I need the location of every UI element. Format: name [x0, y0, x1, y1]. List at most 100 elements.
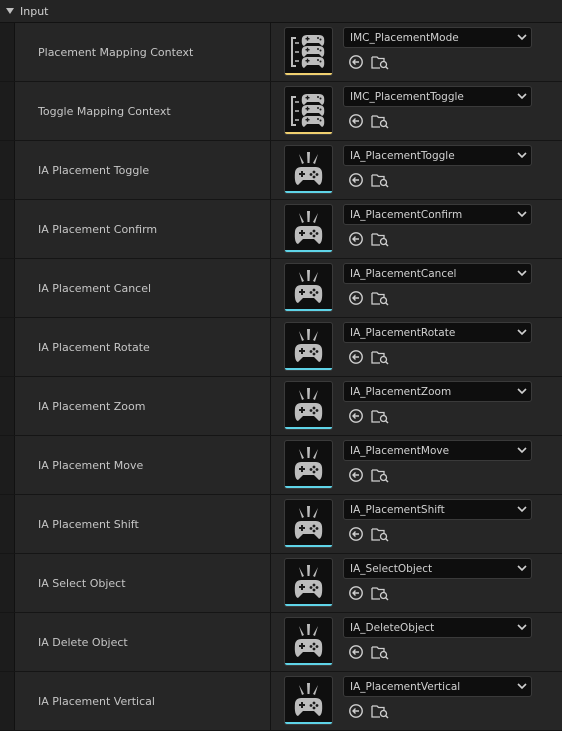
chevron-down-icon — [513, 90, 531, 104]
input-action-icon — [294, 270, 323, 303]
asset-picker-value: IA_PlacementConfirm — [350, 208, 463, 221]
asset-type-color-bar — [285, 604, 332, 606]
input-action-icon — [294, 447, 323, 480]
asset-picker-combo[interactable]: IA_PlacementCancel — [343, 263, 532, 284]
asset-picker-combo[interactable]: IA_PlacementShift — [343, 499, 532, 520]
property-label: IA Placement Cancel — [15, 259, 271, 317]
input-mapping-context-icon — [291, 94, 325, 127]
use-selected-asset-icon[interactable] — [347, 290, 365, 306]
asset-type-color-bar — [285, 486, 332, 488]
asset-picker-combo[interactable]: IA_SelectObject — [343, 558, 532, 579]
collapse-arrow-icon[interactable] — [6, 8, 14, 14]
chevron-down-icon — [513, 385, 531, 399]
asset-thumbnail[interactable] — [284, 27, 333, 76]
use-selected-asset-icon[interactable] — [347, 644, 365, 660]
row-gutter — [0, 495, 15, 553]
asset-picker-combo[interactable]: IMC_PlacementMode — [343, 27, 532, 48]
chevron-down-icon — [513, 208, 531, 222]
property-label: Placement Mapping Context — [15, 23, 271, 81]
browse-folder-search-icon[interactable] — [371, 526, 389, 542]
property-value: IMC_PlacementToggle — [271, 82, 562, 140]
asset-type-color-bar — [285, 427, 332, 429]
asset-thumbnail[interactable] — [284, 86, 333, 135]
use-selected-asset-icon[interactable] — [347, 703, 365, 719]
input-mapping-context-icon — [291, 35, 325, 68]
asset-thumbnail[interactable] — [284, 676, 333, 725]
property-label: IA Placement Shift — [15, 495, 271, 553]
row-gutter — [0, 318, 15, 376]
property-label: IA Select Object — [15, 554, 271, 612]
browse-folder-search-icon[interactable] — [371, 113, 389, 129]
use-selected-asset-icon[interactable] — [347, 113, 365, 129]
use-selected-asset-icon[interactable] — [347, 526, 365, 542]
section-header-input[interactable]: Input — [0, 0, 562, 23]
property-value: IA_PlacementConfirm — [271, 200, 562, 258]
asset-type-color-bar — [285, 132, 332, 134]
input-action-icon — [294, 211, 323, 244]
property-value: IA_PlacementZoom — [271, 377, 562, 435]
chevron-down-icon — [513, 444, 531, 458]
property-label: IA Delete Object — [15, 613, 271, 671]
property-row: IA Placement Vertical IA_PlacementVertic… — [0, 672, 562, 731]
browse-folder-search-icon[interactable] — [371, 349, 389, 365]
asset-thumbnail[interactable] — [284, 558, 333, 607]
use-selected-asset-icon[interactable] — [347, 408, 365, 424]
property-row: Placement Mapping Context IMC_PlacementM… — [0, 23, 562, 82]
browse-folder-search-icon[interactable] — [371, 703, 389, 719]
browse-folder-search-icon[interactable] — [371, 467, 389, 483]
asset-picker-combo[interactable]: IA_DeleteObject — [343, 617, 532, 638]
property-value: IA_PlacementCancel — [271, 259, 562, 317]
asset-picker-value: IA_PlacementMove — [350, 444, 450, 457]
use-selected-asset-icon[interactable] — [347, 231, 365, 247]
use-selected-asset-icon[interactable] — [347, 54, 365, 70]
asset-picker-value: IA_PlacementToggle — [350, 149, 455, 162]
browse-folder-search-icon[interactable] — [371, 172, 389, 188]
property-value: IA_PlacementToggle — [271, 141, 562, 199]
asset-thumbnail[interactable] — [284, 499, 333, 548]
asset-picker-combo[interactable]: IA_PlacementConfirm — [343, 204, 532, 225]
browse-folder-search-icon[interactable] — [371, 54, 389, 70]
asset-picker-combo[interactable]: IMC_PlacementToggle — [343, 86, 532, 107]
asset-picker-combo[interactable]: IA_PlacementRotate — [343, 322, 532, 343]
row-gutter — [0, 672, 15, 730]
use-selected-asset-icon[interactable] — [347, 172, 365, 188]
asset-picker-value: IA_PlacementRotate — [350, 326, 456, 339]
asset-type-color-bar — [285, 663, 332, 665]
use-selected-asset-icon[interactable] — [347, 349, 365, 365]
asset-type-color-bar — [285, 545, 332, 547]
property-value: IA_PlacementMove — [271, 436, 562, 494]
row-gutter — [0, 259, 15, 317]
browse-folder-search-icon[interactable] — [371, 231, 389, 247]
browse-folder-search-icon[interactable] — [371, 585, 389, 601]
row-gutter — [0, 200, 15, 258]
asset-thumbnail[interactable] — [284, 440, 333, 489]
row-gutter — [0, 436, 15, 494]
browse-folder-search-icon[interactable] — [371, 408, 389, 424]
browse-folder-search-icon[interactable] — [371, 290, 389, 306]
asset-picker-combo[interactable]: IA_PlacementVertical — [343, 676, 532, 697]
asset-picker-combo[interactable]: IA_PlacementToggle — [343, 145, 532, 166]
browse-folder-search-icon[interactable] — [371, 644, 389, 660]
asset-thumbnail[interactable] — [284, 322, 333, 371]
asset-picker-combo[interactable]: IA_PlacementMove — [343, 440, 532, 461]
use-selected-asset-icon[interactable] — [347, 585, 365, 601]
chevron-down-icon — [513, 149, 531, 163]
asset-thumbnail[interactable] — [284, 204, 333, 253]
use-selected-asset-icon[interactable] — [347, 467, 365, 483]
asset-type-color-bar — [285, 191, 332, 193]
property-value: IA_SelectObject — [271, 554, 562, 612]
property-value: IA_PlacementRotate — [271, 318, 562, 376]
asset-picker-value: IA_PlacementShift — [350, 503, 445, 516]
row-gutter — [0, 613, 15, 671]
row-gutter — [0, 554, 15, 612]
asset-type-color-bar — [285, 722, 332, 724]
asset-thumbnail[interactable] — [284, 381, 333, 430]
asset-thumbnail[interactable] — [284, 263, 333, 312]
property-label: IA Placement Zoom — [15, 377, 271, 435]
property-value: IA_PlacementVertical — [271, 672, 562, 730]
asset-picker-combo[interactable]: IA_PlacementZoom — [343, 381, 532, 402]
asset-thumbnail[interactable] — [284, 145, 333, 194]
asset-thumbnail[interactable] — [284, 617, 333, 666]
property-row: IA Placement Cancel IA_PlacementCancel — [0, 259, 562, 318]
asset-type-color-bar — [285, 309, 332, 311]
